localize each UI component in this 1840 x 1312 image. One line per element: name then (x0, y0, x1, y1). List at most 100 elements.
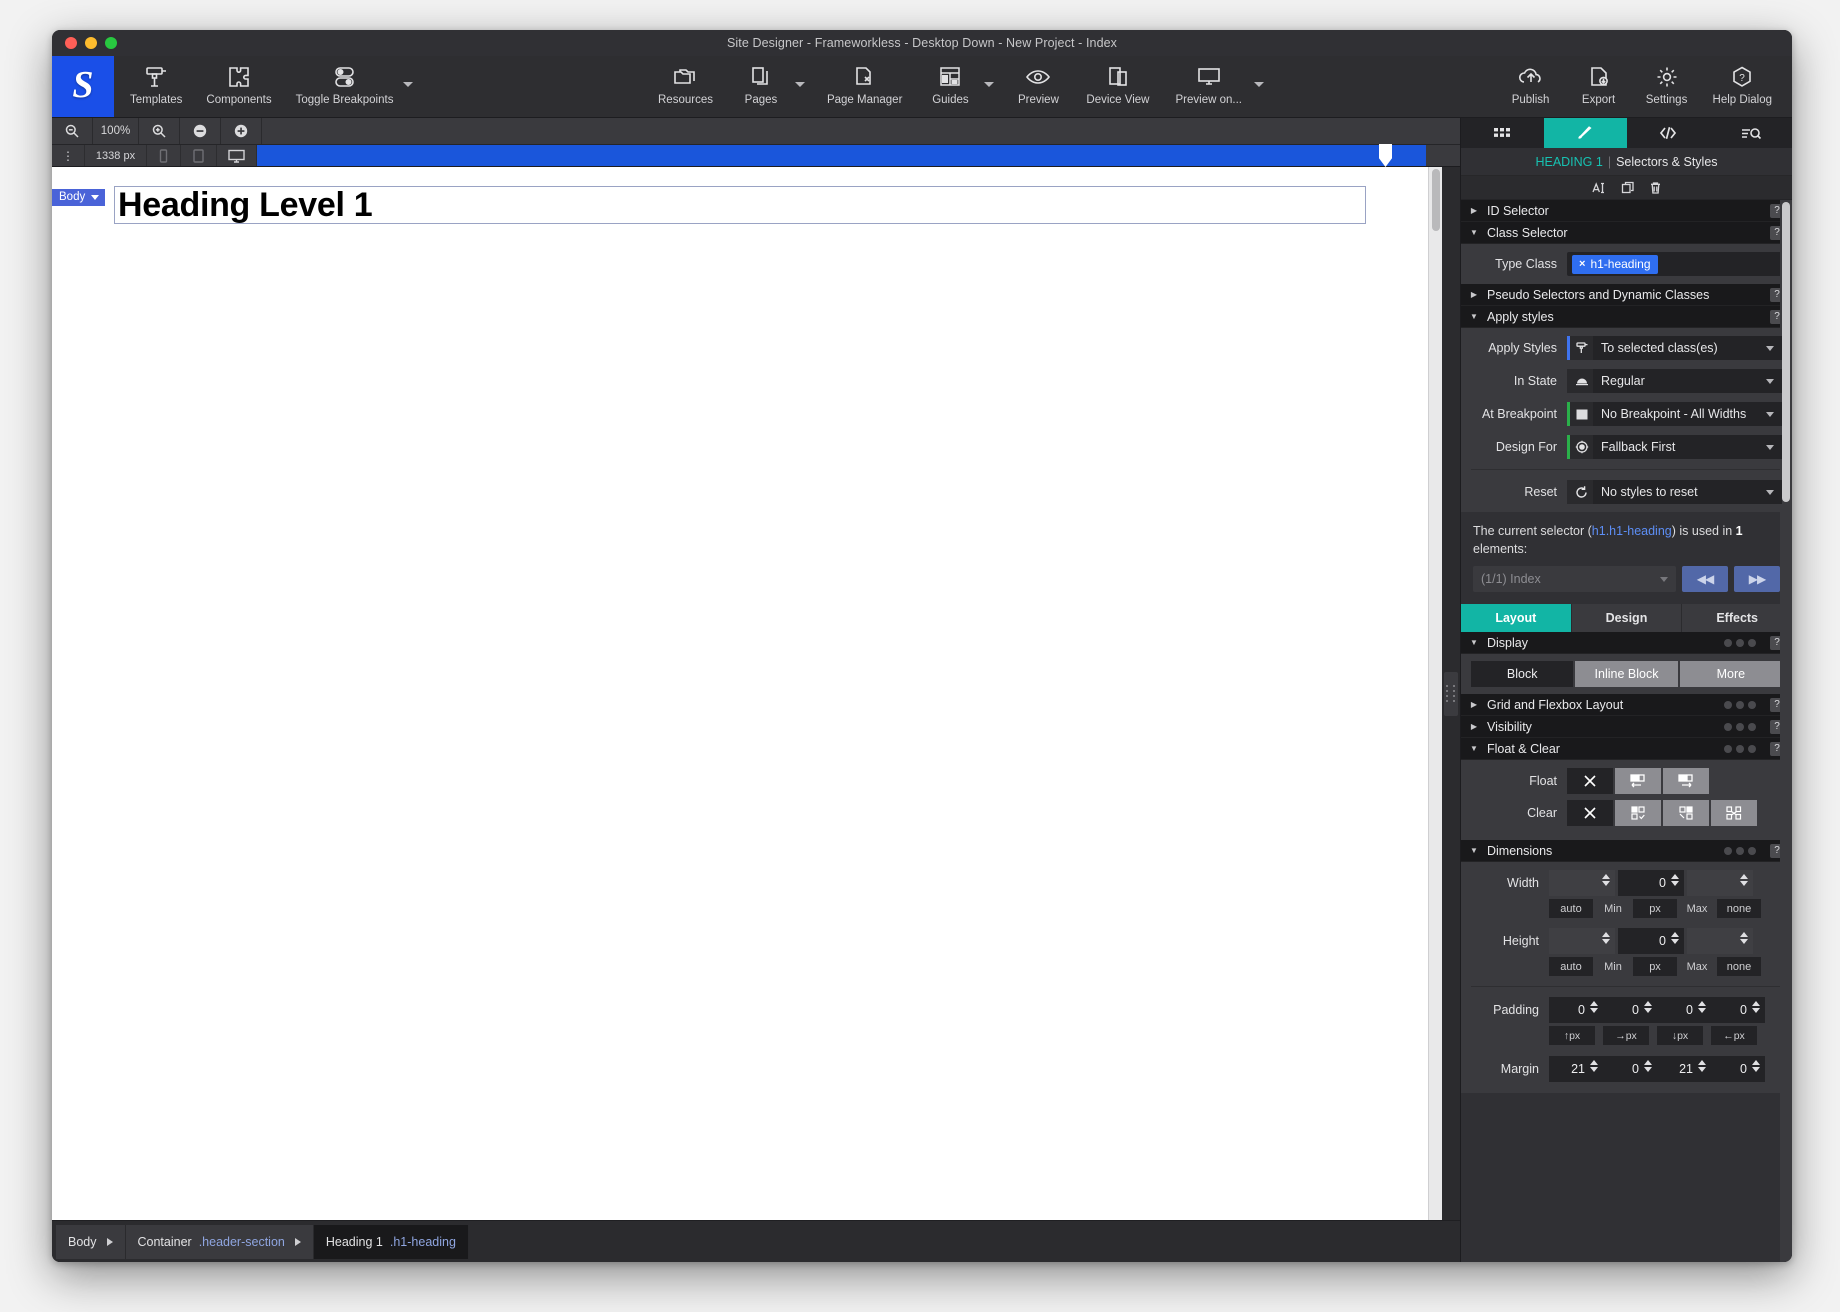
inspector-scrollbar-thumb[interactable] (1782, 202, 1790, 502)
float-none-button[interactable] (1567, 768, 1613, 795)
section-class-selector[interactable]: ▼ Class Selector ? (1461, 222, 1792, 244)
section-grid-flexbox[interactable]: ▶ Grid and Flexbox Layout ? (1461, 694, 1792, 717)
reset-icon[interactable] (1567, 480, 1593, 504)
toolbar-toggle-breakpoints-button[interactable]: Toggle Breakpoints (292, 60, 398, 106)
height-px-unit[interactable]: px (1633, 957, 1677, 977)
display-inline-block-button[interactable]: Inline Block (1575, 661, 1678, 688)
width-px-unit[interactable]: px (1633, 899, 1677, 919)
stepper-arrows-icon[interactable] (1644, 1060, 1652, 1073)
tab-design[interactable]: Design (1571, 604, 1683, 633)
toolbar-preview-on-button[interactable]: Preview on... (1172, 60, 1246, 106)
height-auto-unit[interactable]: auto (1549, 957, 1593, 977)
clear-right-button[interactable] (1663, 800, 1709, 827)
stepper-arrows-icon[interactable] (1698, 1001, 1706, 1014)
at-breakpoint-control[interactable]: No Breakpoint - All Widths (1567, 402, 1782, 426)
zoom-decrease-button[interactable] (180, 118, 221, 144)
reset-select[interactable]: No styles to reset (1593, 480, 1782, 504)
breakpoint-menu-button[interactable]: ⋮ (52, 145, 85, 166)
apply-styles-select[interactable]: To selected class(es) (1593, 336, 1782, 360)
breakpoint-width-track[interactable] (257, 144, 1426, 167)
toolbar-preview-on-dropdown[interactable] (1253, 73, 1264, 105)
stepper-arrows-icon[interactable] (1590, 1060, 1598, 1073)
in-state-select[interactable]: Regular (1593, 369, 1782, 393)
toolbar-preview-button[interactable]: Preview (1012, 60, 1064, 106)
toolbar-guides-button[interactable]: Guides (924, 60, 976, 106)
breakpoint-desktop-button[interactable] (217, 145, 257, 166)
stepper-arrows-icon[interactable] (1671, 874, 1679, 887)
section-pseudo-selectors[interactable]: ▶ Pseudo Selectors and Dynamic Classes ? (1461, 284, 1792, 306)
width-min-input[interactable] (1549, 870, 1615, 897)
reset-control[interactable]: No styles to reset (1567, 480, 1782, 504)
stepper-arrows-icon[interactable] (1752, 1001, 1760, 1014)
section-display[interactable]: ▼ Display ? (1461, 632, 1792, 655)
usage-prev-button[interactable]: ◀◀ (1682, 566, 1728, 593)
toolbar-pages-dropdown[interactable] (794, 73, 805, 105)
toolbar-pages-button[interactable]: Pages (735, 60, 787, 106)
width-none-unit[interactable]: none (1717, 899, 1761, 919)
duplicate-icon[interactable] (1621, 181, 1635, 195)
float-right-button[interactable] (1663, 768, 1709, 795)
padding-left-input[interactable]: 0 (1711, 997, 1765, 1023)
design-for-control[interactable]: Fallback First (1567, 435, 1782, 459)
design-canvas[interactable]: Body Heading Level 1 (52, 167, 1428, 1220)
breadcrumb-item-heading[interactable]: Heading 1 .h1-heading (313, 1224, 469, 1259)
class-tag-h1-heading[interactable]: × h1-heading (1572, 254, 1658, 274)
panel-resize-gutter[interactable] (1442, 167, 1460, 1220)
padding-left-unit[interactable]: ←px (1711, 1026, 1757, 1046)
usage-element-select[interactable]: (1/1) Index (1473, 566, 1676, 593)
height-input[interactable]: 0 (1618, 928, 1684, 955)
breakpoint-tablet-button[interactable] (181, 145, 217, 166)
toolbar-device-view-button[interactable]: Device View (1082, 60, 1153, 106)
text-cursor-icon[interactable] (1591, 181, 1607, 195)
padding-bottom-input[interactable]: 0 (1657, 997, 1711, 1023)
height-min-input[interactable] (1549, 928, 1615, 955)
design-for-select[interactable]: Fallback First (1593, 435, 1782, 459)
stepper-arrows-icon[interactable] (1671, 932, 1679, 945)
section-apply-styles[interactable]: ▼ Apply styles ? (1461, 306, 1792, 328)
toolbar-resources-button[interactable]: Resources (654, 60, 717, 106)
toolbar-templates-button[interactable]: Templates (126, 60, 186, 106)
padding-bottom-unit[interactable]: ↓px (1657, 1026, 1703, 1046)
width-auto-unit[interactable]: auto (1549, 899, 1593, 919)
width-input[interactable]: 0 (1618, 870, 1684, 897)
toolbar-guides-dropdown[interactable] (984, 73, 995, 105)
stepper-arrows-icon[interactable] (1740, 874, 1748, 887)
width-max-input[interactable] (1687, 870, 1753, 897)
remove-class-icon[interactable]: × (1579, 258, 1585, 270)
canvas-scrollbar-thumb[interactable] (1432, 169, 1440, 231)
zoom-out-button[interactable] (52, 118, 93, 144)
trash-icon[interactable] (1649, 181, 1662, 195)
section-dimensions[interactable]: ▼ Dimensions ? (1461, 840, 1792, 863)
clear-left-button[interactable] (1615, 800, 1661, 827)
heading-level-1-text[interactable]: Heading Level 1 (118, 186, 373, 224)
padding-top-input[interactable]: 0 (1549, 997, 1603, 1023)
tab-code[interactable] (1627, 118, 1710, 148)
padding-top-unit[interactable]: ↑px (1549, 1026, 1595, 1046)
canvas-width-value[interactable]: 1338 px (85, 145, 147, 166)
section-id-selector[interactable]: ▶ ID Selector ? (1461, 200, 1792, 222)
toolbar-publish-button[interactable]: Publish (1505, 60, 1557, 106)
at-breakpoint-select[interactable]: No Breakpoint - All Widths (1593, 402, 1782, 426)
tab-layout[interactable]: Layout (1461, 604, 1572, 633)
display-more-button[interactable]: More (1679, 661, 1782, 688)
type-class-input[interactable]: × h1-heading (1567, 252, 1782, 276)
breakpoint-resize-handle[interactable] (1379, 144, 1392, 167)
stepper-arrows-icon[interactable] (1602, 874, 1610, 887)
stepper-arrows-icon[interactable] (1644, 1001, 1652, 1014)
stepper-arrows-icon[interactable] (1602, 932, 1610, 945)
toolbar-export-button[interactable]: Export (1573, 60, 1625, 106)
zoom-increase-button[interactable] (221, 118, 262, 144)
display-block-button[interactable]: Block (1471, 661, 1574, 688)
stepper-arrows-icon[interactable] (1698, 1060, 1706, 1073)
selected-parent-badge[interactable]: Body (52, 189, 106, 206)
tab-grid[interactable] (1461, 118, 1544, 148)
tab-effects[interactable]: Effects (1682, 604, 1792, 633)
zoom-in-button[interactable] (139, 118, 180, 144)
stepper-arrows-icon[interactable] (1740, 932, 1748, 945)
margin-top-input[interactable]: 21 (1549, 1056, 1603, 1082)
toolbar-page-manager-button[interactable]: Page Manager (823, 60, 906, 106)
toolbar-help-dialog-button[interactable]: ? Help Dialog (1709, 60, 1776, 106)
usage-next-button[interactable]: ▶▶ (1734, 566, 1780, 593)
toolbar-components-button[interactable]: Components (202, 60, 275, 106)
height-none-unit[interactable]: none (1717, 957, 1761, 977)
